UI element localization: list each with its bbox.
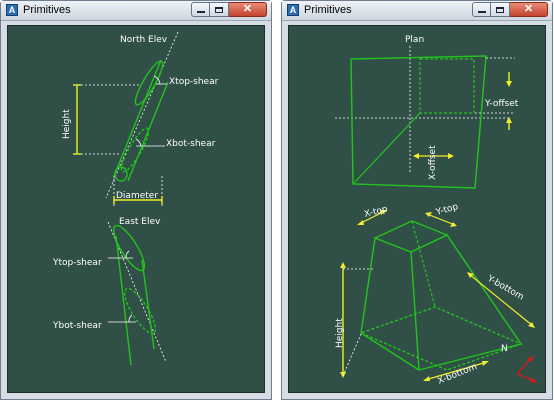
label-height: Height [62, 109, 72, 139]
frustum-edge-left [360, 237, 376, 334]
frustum-edge-back [411, 220, 436, 308]
north-axis-line [105, 31, 179, 199]
maximize-icon [496, 6, 504, 13]
label-x-offset: X-offset [428, 145, 438, 180]
minimize-icon [196, 11, 205, 13]
label-y-top: Y-top [434, 202, 460, 218]
maximize-button[interactable] [491, 2, 510, 17]
drawing-canvas[interactable]: North Elev Xtop-shear Height Xbot-shear … [7, 25, 265, 393]
maximize-icon [215, 6, 223, 13]
app-icon: A [6, 4, 18, 16]
x-bottom-arrowhead-left [423, 376, 430, 381]
label-height: Height [335, 318, 345, 348]
label-north-elev: North Elev [120, 35, 168, 45]
height-arrowhead-top [340, 262, 346, 268]
pyramid-diagram: Plan Y-offset X-offset X-top Y-top Y-bot… [335, 35, 538, 387]
frustum-bottom-face [359, 306, 523, 371]
y-top-arrowhead-right [450, 222, 457, 227]
frustum-base-front-left [360, 332, 420, 371]
north-elevation: North Elev Xtop-shear Height Xbot-shear … [62, 31, 219, 208]
primitives-window-right[interactable]: A Primitives ✕ Plan Y-offset X-offset X-… [281, 0, 553, 400]
x-offset-arrowhead-right [448, 153, 454, 159]
frustum-edge-front [410, 251, 420, 371]
ucs-axis-y-arrowhead [531, 377, 537, 383]
label-north: N [501, 344, 508, 354]
minimize-button[interactable] [191, 2, 210, 17]
x-top-arrowhead-left [357, 220, 364, 225]
plan-inner-square [419, 58, 475, 114]
app-icon: A [287, 4, 299, 16]
y-offset-arrowhead-top [506, 81, 512, 87]
primitives-window-left[interactable]: A Primitives ✕ North Elev Xtop-shear Hei… [0, 0, 272, 400]
maximize-button[interactable] [210, 2, 229, 17]
xbot-shear-angle [135, 138, 142, 147]
plan-view: Plan Y-offset X-offset [335, 35, 519, 189]
title-bar[interactable]: A Primitives ✕ [282, 1, 552, 21]
east-right-edge [141, 259, 155, 350]
top-ellipse [134, 60, 164, 106]
minimize-icon [477, 11, 486, 13]
east-mid-ellipse [123, 287, 157, 335]
frustum-top-face [373, 220, 449, 253]
label-xbot-shear: Xbot-shear [166, 139, 216, 149]
window-title: Primitives [23, 4, 71, 16]
x-bottom-arrowhead-right [482, 361, 489, 366]
minimize-button[interactable] [472, 2, 491, 17]
close-button[interactable]: ✕ [229, 2, 267, 17]
y-offset-arrowhead-bottom [506, 117, 512, 123]
label-ytop-shear: Ytop-shear [52, 258, 102, 268]
label-ybot-shear: Ybot-shear [52, 321, 102, 331]
title-bar[interactable]: A Primitives ✕ [1, 1, 271, 21]
label-xtop-shear: Xtop-shear [169, 77, 219, 87]
plan-outer-outline [350, 55, 487, 189]
close-icon: ✕ [523, 3, 534, 15]
label-x-bottom: X-bottom [436, 362, 478, 387]
label-x-top: X-top [363, 204, 389, 220]
x-offset-arrowhead-left [413, 153, 419, 159]
cylinder-right-edge [127, 81, 169, 182]
label-plan: Plan [405, 35, 424, 45]
plan-diagonal-edge [352, 112, 421, 185]
ybot-shear-angle [128, 314, 133, 323]
window-title: Primitives [304, 4, 352, 16]
ytop-shear-angle [125, 250, 130, 259]
height-extension-bottom [342, 333, 362, 377]
y-top-arrowhead-left [425, 212, 432, 217]
label-diameter: Diameter [116, 191, 158, 201]
ucs-axis-icon: N [501, 344, 538, 383]
cylinder-diagram: North Elev Xtop-shear Height Xbot-shear … [52, 31, 219, 366]
label-east-elev: East Elev [119, 217, 161, 227]
close-icon: ✕ [242, 3, 253, 15]
isometric-view: X-top Y-top Y-bottom Height X-bottom [335, 202, 535, 387]
close-button[interactable]: ✕ [510, 2, 548, 17]
label-y-offset: Y-offset [484, 99, 519, 109]
drawing-canvas[interactable]: Plan Y-offset X-offset X-top Y-top Y-bot… [288, 25, 546, 393]
east-elevation: East Elev Ytop-shear Ybot-shear [52, 217, 167, 366]
